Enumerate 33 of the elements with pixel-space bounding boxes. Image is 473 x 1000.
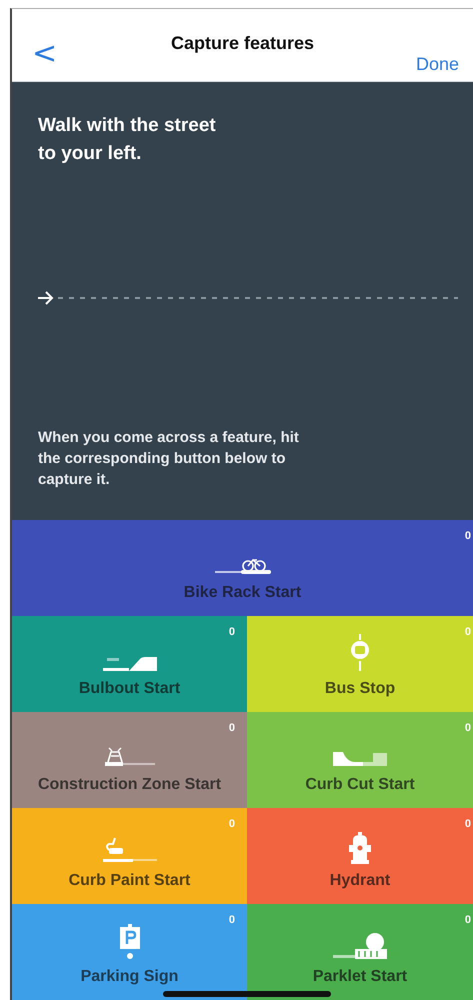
feature-count: 0: [464, 914, 471, 926]
bus-stop-icon: [350, 634, 370, 672]
feature-count: 0: [464, 530, 471, 542]
instruction-text: When you come across a feature, hit the corresponding button below to capture it.: [38, 428, 300, 490]
paint-icon: [102, 836, 156, 864]
feature-count: 0: [228, 626, 235, 638]
curb-ramp-icon: [333, 750, 387, 768]
feature-count: 0: [464, 818, 471, 830]
fire-hydrant-icon: [349, 832, 371, 864]
parklet-icon: [333, 932, 387, 960]
parking-sign-icon: [118, 924, 140, 960]
screen-title: Capture features: [170, 33, 314, 54]
feature-button[interactable]: 0 Construction Zone Start: [12, 712, 247, 808]
back-button[interactable]: <: [12, 36, 58, 71]
done-button[interactable]: Done: [416, 54, 460, 75]
feature-count: 0: [228, 818, 235, 830]
feature-button[interactable]: 0 Bike Rack Start: [12, 520, 473, 616]
feature-count: 0: [228, 914, 235, 926]
bicycle-icon: [214, 556, 270, 576]
feature-button[interactable]: 0 Hydrant: [247, 808, 473, 904]
feature-button[interactable]: 0 Bus Stop: [247, 616, 473, 712]
direction-arrow-icon: [38, 290, 458, 306]
feature-button[interactable]: 0 Curb Paint Start: [12, 808, 247, 904]
feature-button[interactable]: 0 Parklet Start: [247, 904, 473, 1000]
feature-button[interactable]: 0 Curb Cut Start: [247, 712, 473, 808]
feature-count: 0: [464, 722, 471, 734]
feature-count: 0: [228, 722, 235, 734]
barrier-icon: [104, 746, 154, 768]
instruction-heading: Walk with the street to your left.: [38, 114, 217, 166]
feature-count: 0: [464, 626, 471, 638]
curb-extension-icon: [102, 654, 156, 672]
feature-button[interactable]: 0 Parking Sign: [12, 904, 247, 1000]
feature-button[interactable]: 0 Bulbout Start: [12, 616, 247, 712]
